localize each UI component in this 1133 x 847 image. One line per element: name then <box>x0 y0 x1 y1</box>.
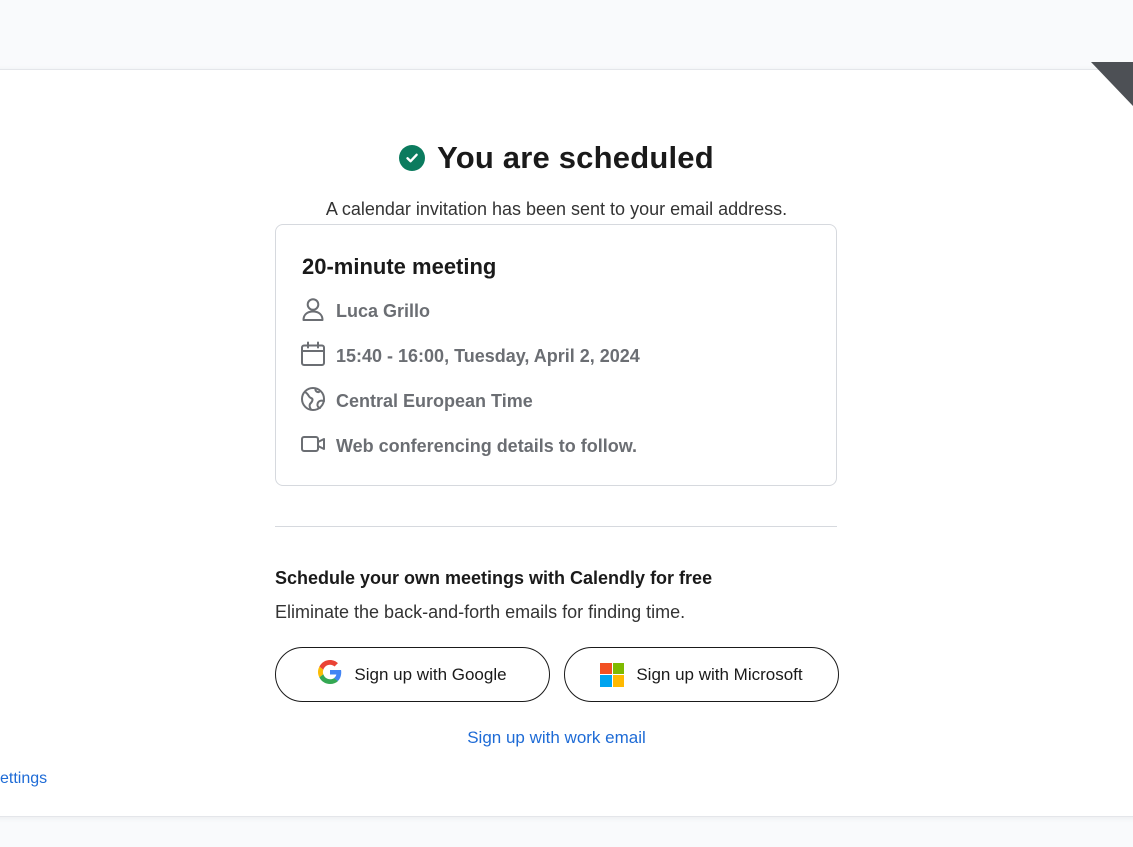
calendar-icon <box>300 341 326 372</box>
globe-icon <box>300 386 326 417</box>
page-title: You are scheduled <box>437 140 714 175</box>
event-datetime: 15:40 - 16:00, Tuesday, April 2, 2024 <box>336 345 640 366</box>
google-icon <box>318 660 342 689</box>
event-details-card: 20-minute meeting Luca Grillo 15:40 - 16… <box>275 224 837 486</box>
sign-up-work-email-link[interactable]: Sign up with work email <box>0 728 1113 748</box>
event-conferencing-row: Web conferencing details to follow. <box>300 432 637 460</box>
event-host-row: Luca Grillo <box>300 297 430 325</box>
promo-subtitle: Eliminate the back-and-forth emails for … <box>275 602 686 622</box>
event-title: 20-minute meeting <box>302 254 497 279</box>
corner-ribbon[interactable] <box>1091 62 1133 106</box>
title-row: You are scheduled <box>0 140 1113 176</box>
page-subtitle: A calendar invitation has been sent to y… <box>325 199 788 219</box>
promo-title: Schedule your own meetings with Calendly… <box>275 568 713 588</box>
person-icon <box>300 296 326 327</box>
corner-ribbon-triangle <box>1091 62 1133 106</box>
event-datetime-row: 15:40 - 16:00, Tuesday, April 2, 2024 <box>300 341 640 372</box>
event-conferencing: Web conferencing details to follow. <box>336 435 638 456</box>
sign-up-microsoft-label: Sign up with Microsoft <box>636 664 803 684</box>
event-timezone-row: Central European Time <box>300 386 533 417</box>
sign-up-microsoft-button[interactable]: Sign up with Microsoft <box>564 647 839 702</box>
microsoft-icon <box>600 662 625 687</box>
event-timezone: Central European Time <box>336 390 533 411</box>
check-circle-icon <box>399 145 426 171</box>
video-camera-icon <box>300 431 326 462</box>
section-divider <box>275 526 837 527</box>
event-host: Luca Grillo <box>336 300 431 321</box>
sign-up-google-label: Sign up with Google <box>354 664 507 684</box>
cookie-settings-link[interactable]: ettings <box>0 770 47 788</box>
confirmation-page: You are scheduled A calendar invitation … <box>0 0 1133 847</box>
sign-up-google-button[interactable]: Sign up with Google <box>275 647 550 702</box>
